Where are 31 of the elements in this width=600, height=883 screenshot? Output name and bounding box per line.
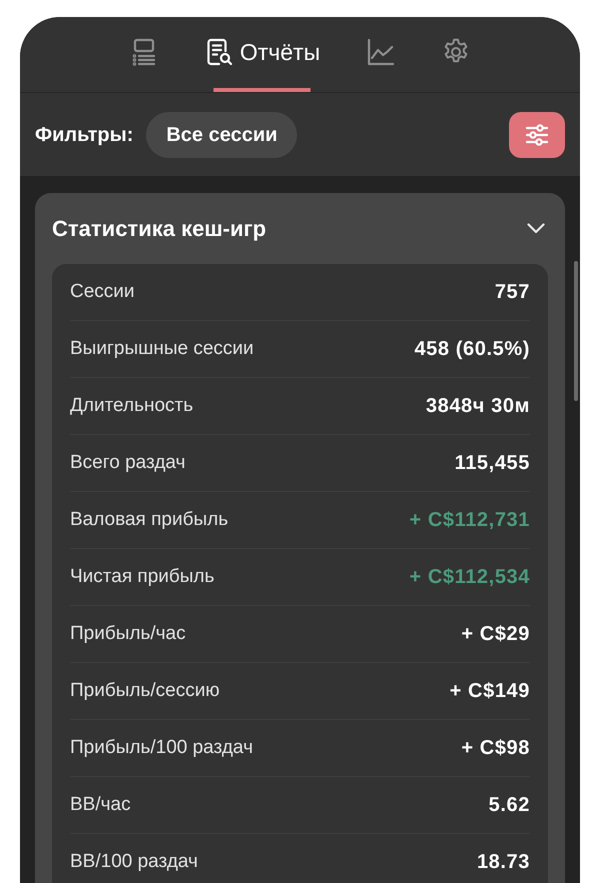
stat-value: 3848ч 30м xyxy=(426,394,530,419)
stat-label: Прибыль/100 раздач xyxy=(70,736,253,760)
stat-value: + C$112,534 xyxy=(409,565,530,590)
stat-value: + C$29 xyxy=(461,622,530,647)
filters-label: Фильтры: xyxy=(35,122,134,148)
card-title: Статистика кеш-игр xyxy=(52,215,266,243)
filter-chip[interactable]: Все сессии xyxy=(146,112,298,158)
stat-label: BB/100 раздач xyxy=(70,850,198,874)
stat-value: 5.62 xyxy=(488,793,530,818)
stat-label: BB/час xyxy=(70,792,131,817)
stat-label: Прибыль/сессию xyxy=(70,678,220,703)
stat-value: 18.73 xyxy=(476,850,530,875)
line-chart-icon xyxy=(367,38,396,66)
stat-label: Всего раздач xyxy=(70,450,186,475)
stat-label: Сессии xyxy=(70,280,135,304)
stat-label: Выигрышные сессии xyxy=(70,336,254,361)
chevron-down-icon[interactable] xyxy=(527,223,545,234)
stat-value: 757 xyxy=(494,280,530,305)
scrollbar[interactable] xyxy=(574,261,578,401)
stat-value: 458 (60.5%) xyxy=(414,337,530,362)
stat-label: Валовая прибыль xyxy=(70,508,228,532)
stat-value: 115,455 xyxy=(454,451,530,476)
stat-label: Прибыль/час xyxy=(70,622,186,646)
stat-label: Чистая прибыль xyxy=(70,564,214,589)
sliders-icon xyxy=(525,124,549,146)
filter-button[interactable] xyxy=(509,112,565,158)
stat-value: + C$112,731 xyxy=(409,508,530,533)
stat-value: + C$149 xyxy=(450,679,530,704)
document-search-icon xyxy=(204,38,233,66)
stat-value: + C$98 xyxy=(461,736,530,761)
stat-label: Длительность xyxy=(70,394,194,418)
